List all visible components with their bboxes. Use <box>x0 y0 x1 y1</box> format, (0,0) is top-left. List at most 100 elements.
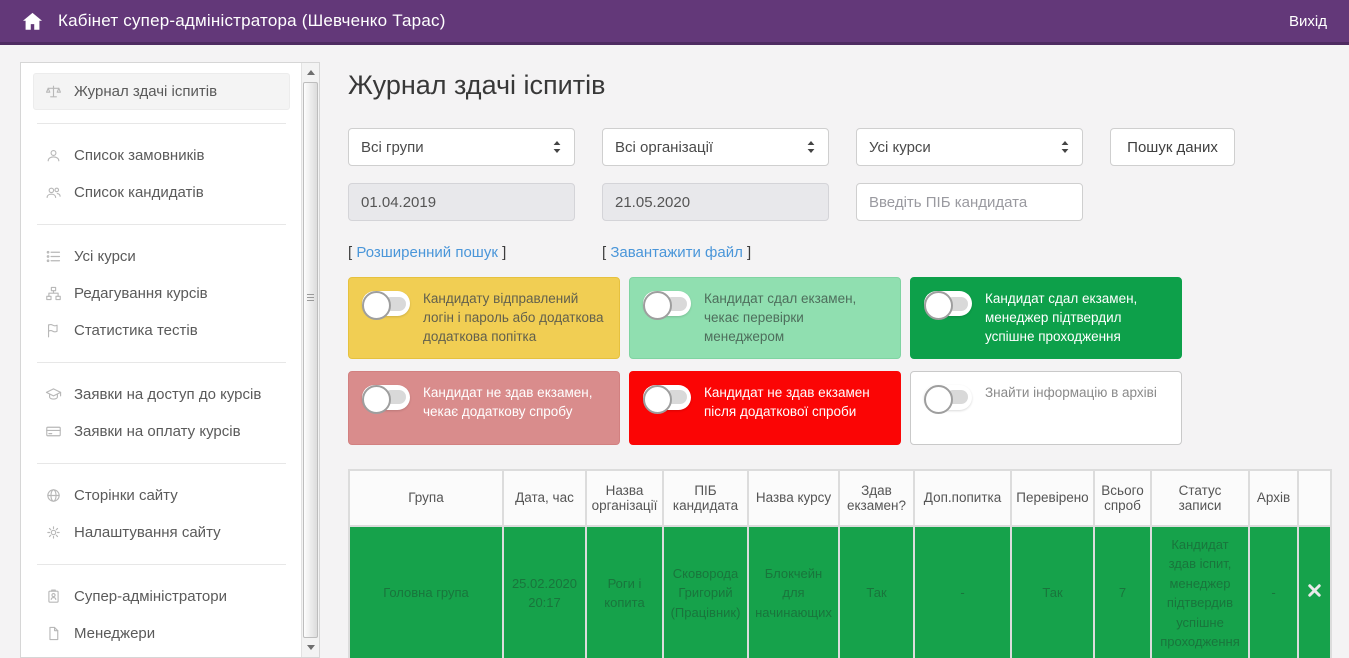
table-cell: Роги і копита <box>586 526 663 658</box>
sidebar-item-label: Список замовників <box>74 147 204 164</box>
exam-journal-table: ГрупаДата, часНазва організаціїПІБ канди… <box>348 469 1332 658</box>
scrollbar-grip-icon <box>307 294 314 301</box>
sidebar-divider <box>37 224 286 225</box>
gear-icon <box>44 524 62 541</box>
main-content: Журнал здачі іспитів Всі групи Всі орган… <box>348 62 1330 658</box>
sidebar-item-all-courses[interactable]: Усі курси <box>33 238 290 275</box>
graduation-cap-icon <box>44 386 62 403</box>
toggle-switch-failed-after-retry[interactable] <box>643 385 691 410</box>
exam-table-body: Головна група25.02.2020 20:17Роги і копи… <box>349 526 1331 658</box>
scrollbar-thumb[interactable] <box>303 82 318 638</box>
table-cell: Головна група <box>349 526 503 658</box>
flag-icon <box>44 322 62 339</box>
date-from-input[interactable] <box>348 183 575 221</box>
sidebar-item-label: Статистика тестів <box>74 322 198 339</box>
sidebar-item-label: Заявки на доступ до курсів <box>74 386 261 403</box>
advanced-search-wrap: [ Розширенний пошук ] <box>348 244 602 261</box>
status-filter-failed-after-retry: Кандидат не здав екзамен після додатково… <box>629 371 901 445</box>
list-icon <box>44 248 62 265</box>
table-row: Головна група25.02.2020 20:17Роги і копи… <box>349 526 1331 658</box>
scales-icon <box>44 83 62 100</box>
organization-filter-value: Всі організації <box>615 139 713 156</box>
table-cell: - <box>914 526 1011 658</box>
toggle-switch-passed-awaiting-review[interactable] <box>643 291 691 316</box>
toggle-switch-passed-confirmed[interactable] <box>924 291 972 316</box>
toggle-switch-failed-awaiting-retry[interactable] <box>362 385 410 410</box>
home-icon[interactable] <box>22 12 43 31</box>
globe-icon <box>44 487 62 504</box>
search-data-button[interactable]: Пошук даних <box>1110 128 1235 166</box>
upload-file-link[interactable]: Завантажити файл <box>610 244 743 261</box>
select-arrows-icon <box>806 140 816 154</box>
logout-link[interactable]: Вихід <box>1289 13 1327 30</box>
sidebar-divider <box>37 362 286 363</box>
select-arrows-icon <box>552 140 562 154</box>
sidebar-item-edit-courses[interactable]: Редагування курсів <box>33 275 290 312</box>
top-header-bar: Кабінет супер-адміністратора (Шевченко Т… <box>0 0 1349 45</box>
sidebar-item-label: Менеджери <box>74 625 155 642</box>
advanced-search-link[interactable]: Розширенний пошук <box>356 244 498 261</box>
column-header: Доп.попитка <box>914 470 1011 526</box>
row-delete-button[interactable] <box>1298 526 1331 658</box>
status-filter-label: Кандидат не здав екзамен після додатково… <box>704 383 887 422</box>
sidebar-divider <box>37 463 286 464</box>
course-filter-value: Усі курси <box>869 139 931 156</box>
column-header: Дата, час <box>503 470 586 526</box>
status-filter-label: Кандидат не здав екзамен, чекає додатков… <box>423 383 606 422</box>
table-cell: Так <box>839 526 914 658</box>
credit-card-icon <box>44 423 62 440</box>
sidebar-item-label: Редагування курсів <box>74 285 208 302</box>
table-cell: Так <box>1011 526 1094 658</box>
status-filter-label: Знайти інформацію в архіві <box>985 383 1157 403</box>
status-filter-label: Кандидат сдал екзамен, менеджер підтверд… <box>985 289 1168 347</box>
sidebar-item-super-admins[interactable]: Супер-адміністратори <box>33 578 290 615</box>
user-icon <box>44 147 62 164</box>
sidebar-item-course-access-requests[interactable]: Заявки на доступ до курсів <box>33 376 290 413</box>
status-toggle-grid: Кандидату відправлений логін і пароль аб… <box>348 277 1330 445</box>
sidebar-divider <box>37 564 286 565</box>
sidebar-divider <box>37 123 286 124</box>
column-header: Всього спроб <box>1094 470 1151 526</box>
sitemap-icon <box>44 285 62 302</box>
sidebar-item-label: Заявки на оплату курсів <box>74 423 241 440</box>
date-to-input[interactable] <box>602 183 829 221</box>
toggle-switch-search-archive[interactable] <box>924 385 972 410</box>
table-cell: 7 <box>1094 526 1151 658</box>
sidebar-item-course-payment-requests[interactable]: Заявки на оплату курсів <box>33 413 290 450</box>
status-filter-failed-awaiting-retry: Кандидат не здав екзамен, чекає додатков… <box>348 371 620 445</box>
upload-file-wrap: [ Завантажити файл ] <box>602 244 1330 261</box>
id-badge-icon <box>44 588 62 605</box>
page-title: Журнал здачі іспитів <box>348 70 1330 101</box>
sidebar-item-customers-list[interactable]: Список замовників <box>33 137 290 174</box>
status-filter-label: Кандидату відправлений логін і пароль аб… <box>423 289 606 347</box>
sidebar-item-candidates-list[interactable]: Список кандидатів <box>33 174 290 211</box>
status-filter-passed-awaiting-review: Кандидат сдал екзамен, чекає перевірки м… <box>629 277 901 359</box>
sidebar-menu: Журнал здачі іспитів Список замовників Спи… <box>21 63 300 658</box>
exam-table-head-row: ГрупаДата, часНазва організаціїПІБ канди… <box>349 470 1331 526</box>
filter-bar: Всі групи Всі організації Усі курси Пошу… <box>348 128 1330 221</box>
scroll-up-arrow-icon <box>307 70 315 75</box>
column-header: Група <box>349 470 503 526</box>
table-cell: Блокчейн для начинающих <box>748 526 839 658</box>
organization-filter-select[interactable]: Всі організації <box>602 128 829 166</box>
file-icon <box>44 625 62 642</box>
group-filter-select[interactable]: Всі групи <box>348 128 575 166</box>
sidebar-item-site-settings[interactable]: Налаштування сайту <box>33 514 290 551</box>
course-filter-select[interactable]: Усі курси <box>856 128 1083 166</box>
column-header: ПІБ кандидата <box>663 470 748 526</box>
sidebar-item-label: Налаштування сайту <box>74 524 221 541</box>
sidebar-item-site-pages[interactable]: Сторінки сайту <box>33 477 290 514</box>
status-filter-label: Кандидат сдал екзамен, чекає перевірки м… <box>704 289 887 347</box>
column-header: Назва курсу <box>748 470 839 526</box>
sidebar-item-exam-journal[interactable]: Журнал здачі іспитів <box>33 73 290 110</box>
toggle-switch-login-sent[interactable] <box>362 291 410 316</box>
page-header-title: Кабінет супер-адміністратора (Шевченко Т… <box>58 11 446 31</box>
scroll-up-button[interactable] <box>302 64 319 81</box>
scroll-down-arrow-icon <box>307 645 315 650</box>
sidebar-scrollbar[interactable] <box>301 63 319 657</box>
candidate-name-input[interactable] <box>856 183 1083 221</box>
sidebar-item-test-statistics[interactable]: Статистика тестів <box>33 312 290 349</box>
column-header <box>1298 470 1331 526</box>
sidebar-item-managers[interactable]: Менеджери <box>33 615 290 652</box>
scroll-down-button[interactable] <box>302 639 319 656</box>
